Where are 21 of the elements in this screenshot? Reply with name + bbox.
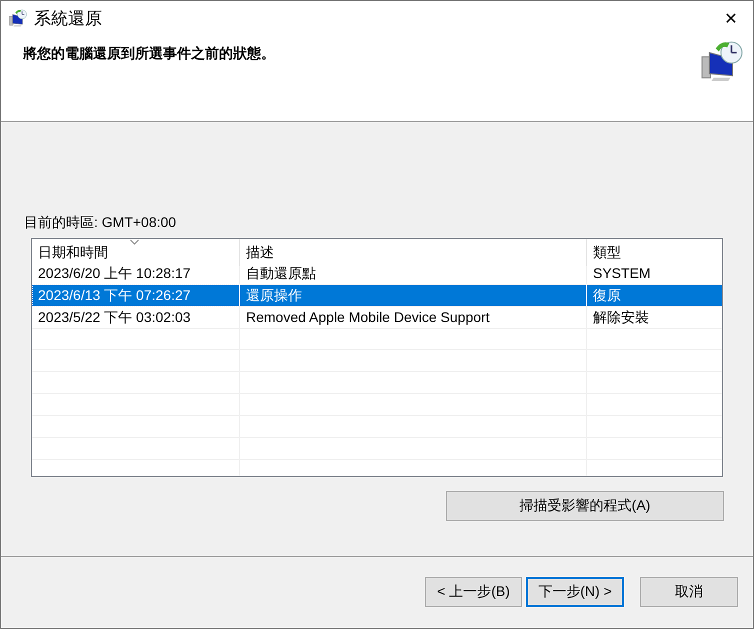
- instruction-text: 將您的電腦還原到所選事件之前的狀態。: [23, 45, 275, 63]
- list-row[interactable]: 2023/5/22 下午 03:02:03 Removed Apple Mobile Device Support 解除安裝: [32, 306, 722, 328]
- window-title: 系統還原: [34, 8, 103, 30]
- next-button[interactable]: 下一步(N) >: [526, 577, 624, 607]
- table-cell: 還原操作: [240, 284, 587, 307]
- column-header[interactable]: 類型: [587, 239, 722, 266]
- system-restore-icon: [701, 40, 743, 82]
- table-cell: 復原: [587, 284, 722, 307]
- table-cell: 2023/6/13 下午 07:26:27: [32, 284, 240, 307]
- column-header[interactable]: 描述: [240, 239, 587, 266]
- system-restore-icon: [9, 9, 27, 27]
- table-cell: 解除安裝: [587, 306, 722, 329]
- scan-programs-button[interactable]: 掃描受影響的程式(A): [446, 491, 724, 521]
- column-header[interactable]: 日期和時間: [32, 239, 240, 266]
- back-button[interactable]: < 上一步(B): [425, 577, 522, 607]
- list-row[interactable]: 2023/6/13 下午 07:26:27 還原操作 復原: [32, 284, 722, 306]
- table-cell: 2023/5/22 下午 03:02:03: [32, 306, 240, 329]
- table-cell: Removed Apple Mobile Device Support: [240, 306, 587, 329]
- timezone-label: 目前的時區: GMT+08:00: [24, 214, 178, 232]
- close-button[interactable]: ✕: [709, 8, 753, 28]
- cancel-button[interactable]: 取消: [640, 577, 738, 607]
